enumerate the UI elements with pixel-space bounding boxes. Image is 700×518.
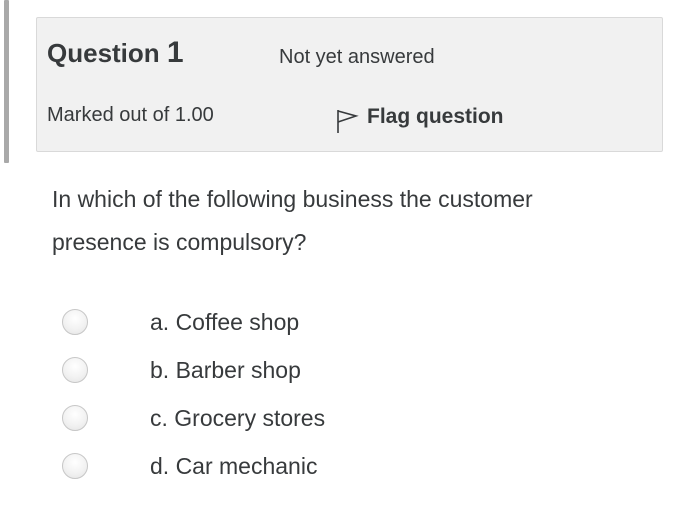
answer-option-d[interactable]: d. Car mechanic [62,442,382,490]
radio-button[interactable] [62,453,88,479]
flag-question-label: Flag question [367,105,504,128]
answer-label: a. Coffee shop [150,308,300,335]
flag-icon [337,110,359,133]
radio-button[interactable] [62,357,88,383]
answer-option-c[interactable]: c. Grocery stores [62,394,382,442]
answer-option-b[interactable]: b. Barber shop [62,346,382,394]
answer-label: b. Barber shop [150,356,301,383]
question-text: In which of the following business the c… [52,186,533,255]
question-state: Not yet answered [279,46,435,68]
question-title-word: Question [47,38,160,68]
question-left-rule [4,0,9,163]
question-info-panel: Question 1 Not yet answered Marked out o… [36,17,663,152]
answer-label: d. Car mechanic [150,452,318,479]
question-number: 1 [166,36,184,69]
radio-button[interactable] [62,309,88,335]
answer-label: c. Grocery stores [150,404,326,431]
flag-question-button[interactable]: Flag question [335,100,504,134]
answer-option-a[interactable]: a. Coffee shop [62,298,382,346]
question-title: Question 1 [47,36,184,70]
answer-options: a. Coffee shop b. Barber shop c. Grocery… [62,298,382,490]
question-grade: Marked out of 1.00 [47,104,214,126]
radio-button[interactable] [62,405,88,431]
